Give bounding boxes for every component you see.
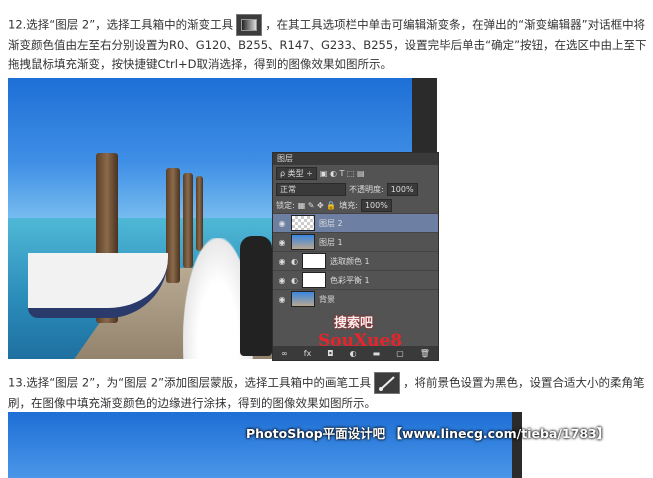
site-watermark: PhotoShop平面设计吧 【www.linecg.com/tieba/178… [246, 426, 610, 441]
mask-thumbnail [301, 272, 326, 288]
step-12-paragraph: 12.选择“图层 2”，选择工具箱中的渐变工具 ，在其工具选项栏中单击可编辑渐变条… [8, 14, 648, 74]
dock-post [166, 168, 180, 283]
layer-row[interactable]: ◉ 图层 2 [273, 213, 438, 232]
layer-name: 色彩平衡 1 [329, 275, 370, 285]
link-icon[interactable]: ∞ [281, 349, 288, 358]
adjustment-icon: ◐ [291, 275, 298, 285]
layer-thumbnail [291, 234, 315, 250]
layer-thumbnail [291, 215, 315, 231]
watermark-logo: 搜索吧 SouXue8 [318, 316, 403, 351]
eye-icon[interactable]: ◉ [277, 257, 287, 266]
step-13-text-a: 13.选择“图层 2”，为“图层 2”添加图层蒙版，选择工具箱中的画笔工具 [8, 375, 372, 390]
layer-thumbnail [291, 291, 315, 307]
eye-icon[interactable]: ◉ [277, 295, 287, 304]
opacity-label: 不透明度: [349, 184, 384, 194]
wedding-photo-2 [8, 412, 522, 478]
step-12-text-a: 12.选择“图层 2”，选择工具箱中的渐变工具 [8, 17, 234, 32]
fill-label: 填充: [339, 200, 358, 210]
eye-icon[interactable]: ◉ [277, 276, 287, 285]
brush-tool-icon [374, 372, 401, 394]
layer-row[interactable]: ◉ ◐ 选取颜色 1 [273, 251, 438, 270]
fx-icon[interactable]: fx [304, 349, 312, 358]
step-13-paragraph: 13.选择“图层 2”，为“图层 2”添加图层蒙版，选择工具箱中的画笔工具 ，将前… [8, 372, 648, 413]
blend-mode-select[interactable]: 正常 [276, 182, 346, 196]
eye-icon[interactable]: ◉ [277, 238, 287, 247]
layer-row[interactable]: ◉ 背景 [273, 289, 438, 308]
sky-gradient [8, 412, 512, 478]
mask-thumbnail [301, 253, 326, 269]
lock-label: 锁定: [276, 200, 295, 210]
trash-icon[interactable]: 🗑 [420, 349, 430, 358]
fill-input[interactable]: 100% [360, 198, 392, 212]
layer-name: 图层 1 [319, 237, 343, 247]
layers-panel-title: 图层 [273, 153, 438, 165]
layer-name: 背景 [319, 294, 335, 304]
filter-icons[interactable]: ▣ ◐ T ⬚ ▤ [320, 169, 365, 178]
gradient-tool-icon [236, 14, 263, 36]
layer-name: 选取颜色 1 [329, 256, 370, 266]
layer-name: 图层 2 [319, 218, 343, 228]
groom [240, 236, 272, 356]
eye-icon[interactable]: ◉ [277, 219, 287, 228]
lock-icons[interactable]: ▦ ✎ ✥ 🔒 [298, 201, 337, 210]
opacity-input[interactable]: 100% [386, 182, 418, 196]
adjustment-icon: ◐ [291, 256, 298, 266]
layer-row[interactable]: ◉ ◐ 色彩平衡 1 [273, 270, 438, 289]
layer-row[interactable]: ◉ 图层 1 [273, 232, 438, 251]
kind-filter-select[interactable]: ρ 类型 ÷ [276, 166, 317, 180]
